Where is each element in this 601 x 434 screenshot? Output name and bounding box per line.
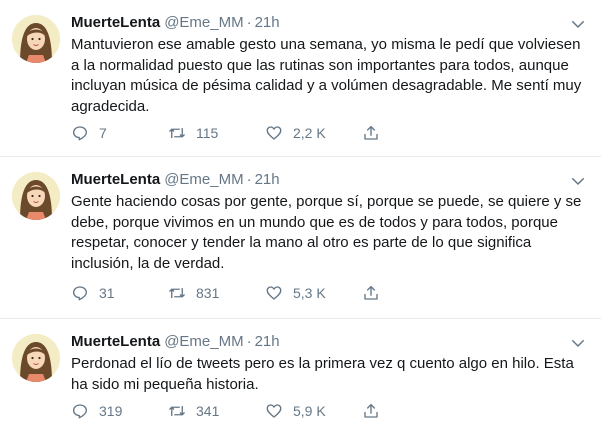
timestamp[interactable]: 21h <box>255 14 280 31</box>
reply-icon <box>72 286 88 301</box>
tweet[interactable]: MuerteLenta @Eme_MM · 21h Gente haciendo co… <box>0 157 601 319</box>
retweet-count: 341 <box>196 403 220 419</box>
retweet-icon <box>169 405 185 417</box>
tweet[interactable]: MuerteLenta @Eme_MM · 21h Perdonad el lío d… <box>0 319 601 434</box>
tweet[interactable]: MuerteLenta @Eme_MM · 21h Mantuvieron ese a… <box>0 0 601 157</box>
separator-dot: · <box>246 333 252 350</box>
tweet-text: Mantuvieron ese amable gesto una semana,… <box>71 36 582 115</box>
reply-count: 7 <box>99 125 107 141</box>
share-button[interactable] <box>362 401 390 421</box>
tweet-header: MuerteLenta @Eme_MM · 21h <box>71 170 280 190</box>
display-name[interactable]: MuerteLenta <box>71 333 160 350</box>
user-handle[interactable]: @Eme_MM <box>164 333 243 350</box>
like-button[interactable]: 5,9 K <box>265 401 362 421</box>
avatar-illustration <box>12 15 60 63</box>
like-count: 5,9 K <box>293 403 326 419</box>
share-icon <box>364 285 378 300</box>
retweet-button[interactable]: 831 <box>168 283 265 303</box>
separator-dot: · <box>246 171 252 188</box>
like-count: 5,3 K <box>293 285 326 301</box>
avatar[interactable] <box>12 172 60 220</box>
retweet-button[interactable]: 115 <box>168 123 265 143</box>
retweet-icon <box>169 287 185 299</box>
share-icon <box>364 403 378 418</box>
reply-icon <box>72 126 88 141</box>
retweet-count: 115 <box>196 125 219 141</box>
reply-icon <box>72 404 88 419</box>
chevron-down-icon[interactable] <box>569 334 587 352</box>
chevron-down-icon[interactable] <box>569 172 587 190</box>
display-name[interactable]: MuerteLenta <box>71 14 160 31</box>
display-name[interactable]: MuerteLenta <box>71 171 160 188</box>
heart-icon <box>266 286 282 300</box>
user-handle[interactable]: @Eme_MM <box>164 171 243 188</box>
tweet-actions: 319 341 5,9 K <box>71 401 390 421</box>
share-icon <box>364 125 378 140</box>
reply-button[interactable]: 7 <box>71 123 168 143</box>
avatar-illustration <box>12 334 60 382</box>
reply-button[interactable]: 319 <box>71 401 168 421</box>
separator-dot: · <box>246 14 252 31</box>
reply-button[interactable]: 31 <box>71 283 168 303</box>
heart-icon <box>266 126 282 140</box>
like-button[interactable]: 5,3 K <box>265 283 362 303</box>
avatar[interactable] <box>12 15 60 63</box>
avatar-illustration <box>12 172 60 220</box>
tweet-text: Perdonad el lío de tweets pero es la pri… <box>71 355 574 393</box>
heart-icon <box>266 404 282 418</box>
reply-count: 31 <box>99 285 115 301</box>
retweet-count: 831 <box>196 285 220 301</box>
timestamp[interactable]: 21h <box>255 171 280 188</box>
retweet-button[interactable]: 341 <box>168 401 265 421</box>
like-button[interactable]: 2,2 K <box>265 123 362 143</box>
tweet-actions: 31 831 5,3 K <box>71 283 390 303</box>
like-count: 2,2 K <box>293 125 326 141</box>
timestamp[interactable]: 21h <box>255 333 280 350</box>
avatar[interactable] <box>12 334 60 382</box>
retweet-icon <box>169 127 185 139</box>
user-handle[interactable]: @Eme_MM <box>164 14 243 31</box>
tweet-actions: 7 115 2,2 K <box>71 123 390 143</box>
tweet-text: Gente haciendo cosas por gente, porque s… <box>71 193 582 272</box>
tweet-header: MuerteLenta @Eme_MM · 21h <box>71 13 280 33</box>
tweet-header: MuerteLenta @Eme_MM · 21h <box>71 332 280 352</box>
share-button[interactable] <box>362 123 390 143</box>
share-button[interactable] <box>362 283 390 303</box>
reply-count: 319 <box>99 403 123 419</box>
chevron-down-icon[interactable] <box>569 15 587 33</box>
